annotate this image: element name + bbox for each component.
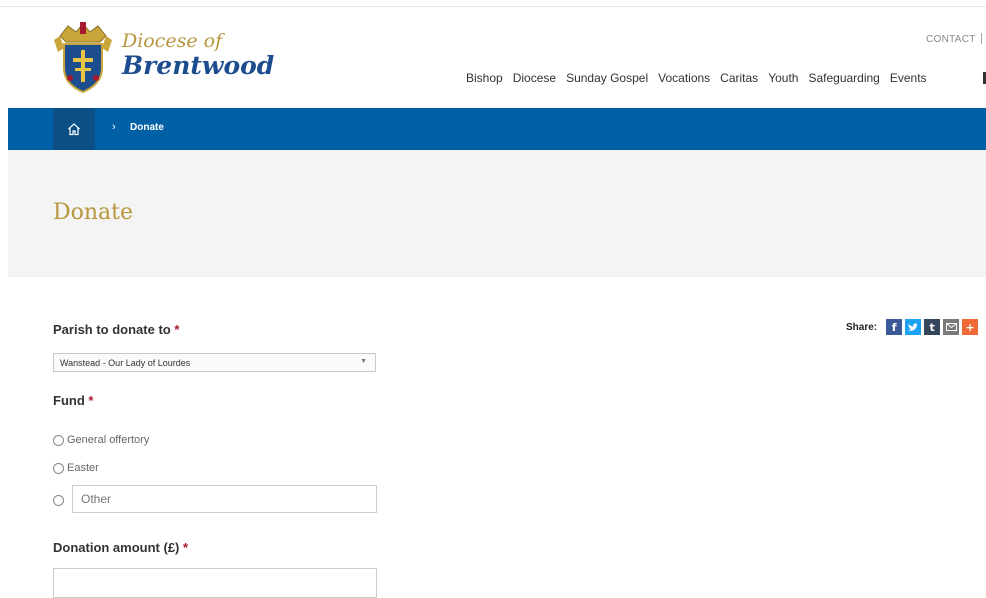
other-fund-input[interactable] <box>72 485 377 513</box>
dropdown-arrow-icon: ▼ <box>360 358 367 365</box>
required-mark: * <box>174 322 180 337</box>
radio-other[interactable] <box>53 495 64 506</box>
breadcrumb-current: Donate <box>130 122 164 133</box>
logo-line-1: Diocese of <box>122 30 223 52</box>
breadcrumb-separator: › <box>112 121 116 133</box>
radio-easter[interactable] <box>53 462 64 474</box>
more-icon[interactable]: + <box>962 319 979 335</box>
diocese-logo[interactable]: Diocese of Brentwood <box>52 22 282 94</box>
nav-item-safeguarding[interactable]: Safeguarding <box>808 71 879 85</box>
facebook-icon[interactable]: f <box>886 319 903 335</box>
parish-selected-value: Wanstead - Our Lady of Lourdes <box>60 358 191 368</box>
amount-label: Donation amount (£) * <box>53 540 188 555</box>
breadcrumb-home[interactable] <box>53 108 95 150</box>
crest-icon <box>54 22 112 94</box>
amount-label-text: Donation amount (£) <box>53 540 180 555</box>
nav-item-caritas[interactable]: Caritas <box>720 71 758 85</box>
contact-link[interactable]: CONTACT <box>926 34 976 45</box>
fund-option-general-offertory[interactable]: General offertory <box>53 434 149 446</box>
email-icon[interactable] <box>943 319 960 335</box>
breadcrumb: › Donate <box>8 108 986 150</box>
twitter-bird-icon <box>907 322 919 331</box>
nav-item-youth[interactable]: Youth <box>768 71 798 85</box>
main-nav: Bishop Diocese Sunday Gospel Vocations C… <box>466 71 937 85</box>
fund-label: Fund * <box>53 393 93 408</box>
nav-item-bishop[interactable]: Bishop <box>466 71 503 85</box>
parish-label: Parish to donate to * <box>53 322 179 337</box>
tumblr-icon[interactable]: t <box>924 319 941 335</box>
share-label: Share: <box>846 321 878 333</box>
donation-amount-input[interactable] <box>53 568 377 598</box>
fund-option-label: Easter <box>67 462 99 474</box>
fund-option-label: General offertory <box>67 434 150 446</box>
nav-item-events[interactable]: Events <box>890 71 927 85</box>
fund-option-other[interactable] <box>53 495 67 506</box>
required-mark: * <box>88 393 94 408</box>
utility-divider <box>981 33 982 44</box>
fund-label-text: Fund <box>53 393 85 408</box>
parish-select[interactable]: Wanstead - Our Lady of Lourdes ▼ <box>53 353 376 372</box>
share-bar: Share: f t + <box>846 319 979 335</box>
envelope-icon <box>945 323 957 331</box>
required-mark: * <box>183 540 189 555</box>
twitter-icon[interactable] <box>905 319 922 335</box>
fund-option-easter[interactable]: Easter <box>53 462 99 474</box>
nav-item-vocations[interactable]: Vocations <box>658 71 710 85</box>
page-header: Donate <box>8 150 986 277</box>
top-divider <box>0 6 986 7</box>
radio-general-offertory[interactable] <box>53 434 64 446</box>
page-title: Donate <box>53 200 134 225</box>
logo-line-2: Brentwood <box>122 51 275 80</box>
home-icon <box>68 123 80 136</box>
parish-label-text: Parish to donate to <box>53 322 171 337</box>
nav-item-sunday-gospel[interactable]: Sunday Gospel <box>566 71 648 85</box>
nav-item-diocese[interactable]: Diocese <box>513 71 556 85</box>
